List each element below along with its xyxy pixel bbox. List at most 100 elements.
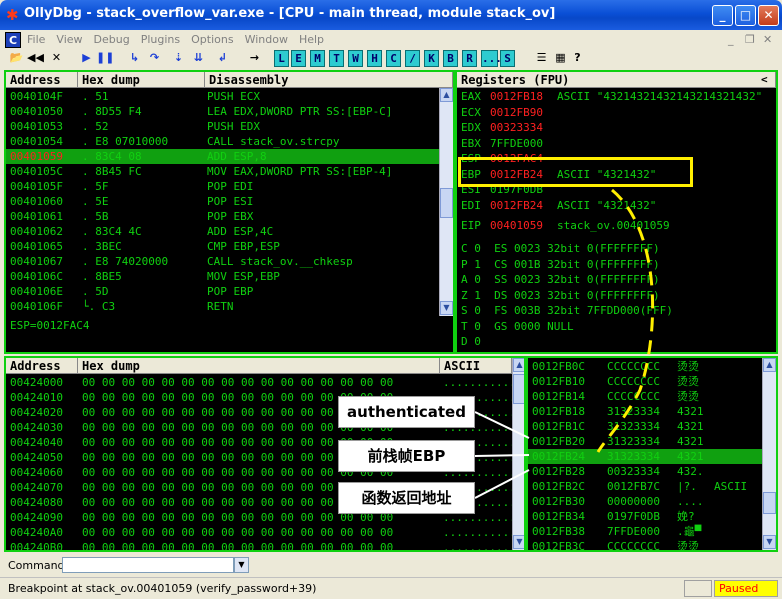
stack-row[interactable]: 0012FB2C 0012FB7C |?. ASCII — [528, 479, 762, 494]
window-button-k[interactable]: K — [424, 50, 439, 67]
scroll-up-icon[interactable]: ▲ — [440, 88, 453, 102]
window-button-runtrace[interactable]: ... — [481, 50, 502, 67]
window-button-patches[interactable]: / — [405, 50, 420, 67]
scroll-thumb[interactable] — [440, 188, 453, 218]
run-icon[interactable]: ▶ — [78, 50, 95, 67]
disasm-row[interactable]: 0040105C . 8B45 FC MOV EAX,DWORD PTR SS:[E… — [6, 164, 439, 179]
stack-row[interactable]: 0012FB1C 31323334 4321 — [528, 419, 762, 434]
menu-plugins[interactable]: Plugins — [141, 33, 180, 46]
scroll-thumb[interactable] — [763, 492, 776, 514]
stack-row[interactable]: 0012FB28 00323334 432. — [528, 464, 762, 479]
disasm-row[interactable]: 00401067 . E8 74020000 CALL stack_ov.__chk… — [6, 254, 439, 269]
stack-row[interactable]: 0012FB3C CCCCCCCC 烫烫 — [528, 539, 762, 550]
disasm-row[interactable]: 0040104F . 51 PUSH ECX — [6, 89, 439, 104]
disasm-row[interactable]: 0040106F └. C3 RETN — [6, 299, 439, 314]
menu-file[interactable]: File — [27, 33, 45, 46]
stack-row[interactable]: 0012FB14 CCCCCCCC 烫烫 — [528, 389, 762, 404]
flag-row[interactable]: T 0 GS 0000 NULL — [461, 319, 574, 334]
flag-row[interactable]: C 0 ES 0023 32bit 0(FFFFFFFF) — [461, 241, 660, 256]
command-input[interactable] — [62, 557, 234, 573]
dump-header-ascii[interactable]: ASCII — [440, 358, 512, 374]
maximize-button[interactable]: □ — [735, 5, 756, 26]
step-over-icon[interactable]: ↷ — [146, 50, 163, 67]
window-button-e[interactable]: E — [291, 50, 306, 67]
register-edi[interactable]: EDI 0012FB24 ASCII "4321432" — [457, 198, 776, 213]
disasm-row[interactable]: 0040106E . 5D POP EBP — [6, 284, 439, 299]
window-button-t[interactable]: T — [329, 50, 344, 67]
registers-collapse-icon[interactable]: < — [761, 72, 768, 87]
menu-help[interactable]: Help — [299, 33, 324, 46]
register-ebx[interactable]: EBX 7FFDE000 — [457, 136, 776, 151]
window-button-m[interactable]: M — [310, 50, 325, 67]
disasm-row[interactable]: 00401054 . E8 07010000 CALL stack_ov.strcp… — [6, 134, 439, 149]
scroll-down-icon[interactable]: ▼ — [763, 535, 776, 549]
stack-row[interactable]: 0012FB24 31323334 4321 — [528, 449, 762, 464]
stack-row[interactable]: 0012FB18 31323334 4321 — [528, 404, 762, 419]
scroll-down-icon[interactable]: ▼ — [440, 301, 453, 315]
stack-row[interactable]: 0012FB0C CCCCCCCC 烫烫 — [528, 359, 762, 374]
disasm-header-disassembly[interactable]: Disassembly — [205, 72, 453, 88]
stack-row[interactable]: 0012FB34 0197F0DB 娩? — [528, 509, 762, 524]
open-icon[interactable]: 📂 — [8, 50, 25, 67]
flag-row[interactable]: Z 1 DS 0023 32bit 0(FFFFFFFF) — [461, 288, 660, 303]
cpu-window-icon[interactable]: C — [5, 32, 21, 48]
flag-row[interactable]: S 0 FS 003B 32bit 7FFDD000(FFF) — [461, 303, 673, 318]
menu-window[interactable]: Window — [245, 33, 288, 46]
dump-scrollbar[interactable]: ▲ ▼ — [512, 358, 524, 550]
step-into-icon[interactable]: ↳ — [126, 50, 143, 67]
scroll-up-icon[interactable]: ▲ — [513, 358, 524, 372]
dump-header-address[interactable]: Address — [6, 358, 78, 374]
disasm-row[interactable]: 0040105F . 5F POP EDI — [6, 179, 439, 194]
trace-over-icon[interactable]: ⇊ — [190, 50, 207, 67]
flag-row[interactable]: P 1 CS 001B 32bit 0(FFFFFFFF) — [461, 257, 660, 272]
menu-view[interactable]: View — [56, 33, 82, 46]
register-edx[interactable]: EDX 00323334 — [457, 120, 776, 135]
pause-icon[interactable]: ❚❚ — [96, 50, 114, 67]
scroll-up-icon[interactable]: ▲ — [763, 358, 776, 372]
window-button-l[interactable]: L — [274, 50, 289, 67]
disasm-row[interactable]: 00401053 . 52 PUSH EDX — [6, 119, 439, 134]
registers-header[interactable]: Registers (FPU) — [457, 72, 776, 88]
disasm-row[interactable]: 00401060 . 5E POP ESI — [6, 194, 439, 209]
disasm-row[interactable]: 00401059 . 83C4 08 ADD ESP,8 — [6, 149, 439, 164]
disasm-row[interactable]: 00401061 . 5B POP EBX — [6, 209, 439, 224]
goto-icon[interactable]: → — [246, 50, 263, 67]
trace-into-icon[interactable]: ⇣ — [170, 50, 187, 67]
dump-header-hex[interactable]: Hex dump — [78, 358, 440, 374]
command-dropdown-icon[interactable]: ▼ — [234, 557, 249, 573]
window-button-w[interactable]: W — [348, 50, 363, 67]
disasm-row[interactable]: 00401062 . 83C4 4C ADD ESP,4C — [6, 224, 439, 239]
flag-row[interactable]: A 0 SS 0023 32bit 0(FFFFFFFF) — [461, 272, 660, 287]
stack-row[interactable]: 0012FB30 00000000.... — [528, 494, 762, 509]
stack-row[interactable]: 0012FB20 31323334 4321 — [528, 434, 762, 449]
window-button-h[interactable]: H — [367, 50, 382, 67]
window-button-s[interactable]: S — [500, 50, 515, 67]
register-eax[interactable]: EAX 0012FB18 ASCII "4321432143214321432143… — [457, 89, 776, 104]
stack-row[interactable]: 0012FB38 7FFDE000 .龜▀ — [528, 524, 762, 539]
execute-till-return-icon[interactable]: ↲ — [214, 50, 231, 67]
mdi-restore-icon[interactable]: ❐ — [745, 33, 755, 46]
window-button-r[interactable]: R — [462, 50, 477, 67]
restart-icon[interactable]: ◀◀ — [27, 50, 44, 67]
help-icon[interactable]: ? — [569, 50, 586, 67]
disasm-row[interactable]: 00401050 . 8D55 F4 LEA EDX,DWORD PTR SS:[E… — [6, 104, 439, 119]
scroll-thumb[interactable] — [513, 374, 524, 404]
disasm-row[interactable]: 0040106C . 8BE5 MOV ESP,EBP — [6, 269, 439, 284]
disasm-header-address[interactable]: Address — [6, 72, 78, 88]
stack-scrollbar[interactable]: ▲ ▼ — [762, 358, 776, 550]
disasm-scrollbar[interactable]: ▲ ▼ — [439, 88, 453, 316]
list-icon[interactable]: ☰ — [533, 50, 550, 67]
grid-icon[interactable]: ▦ — [552, 50, 569, 67]
flag-row[interactable]: D 0 — [461, 334, 481, 349]
disasm-row[interactable]: 00401065 . 3BEC CMP EBP,ESP — [6, 239, 439, 254]
menu-options[interactable]: Options — [191, 33, 233, 46]
menu-debug[interactable]: Debug — [94, 33, 130, 46]
stack-row[interactable]: 0012FB10 CCCCCCCC 烫烫 — [528, 374, 762, 389]
window-button-c[interactable]: C — [386, 50, 401, 67]
register-eip[interactable]: EIP 00401059 stack_ov.00401059 — [457, 218, 776, 233]
window-button-b[interactable]: B — [443, 50, 458, 67]
mdi-close-icon[interactable]: ✕ — [763, 33, 772, 46]
mdi-minimize-icon[interactable]: _ — [728, 33, 734, 46]
register-ecx[interactable]: ECX 0012FB90 — [457, 105, 776, 120]
close-button[interactable]: ✕ — [758, 5, 779, 26]
